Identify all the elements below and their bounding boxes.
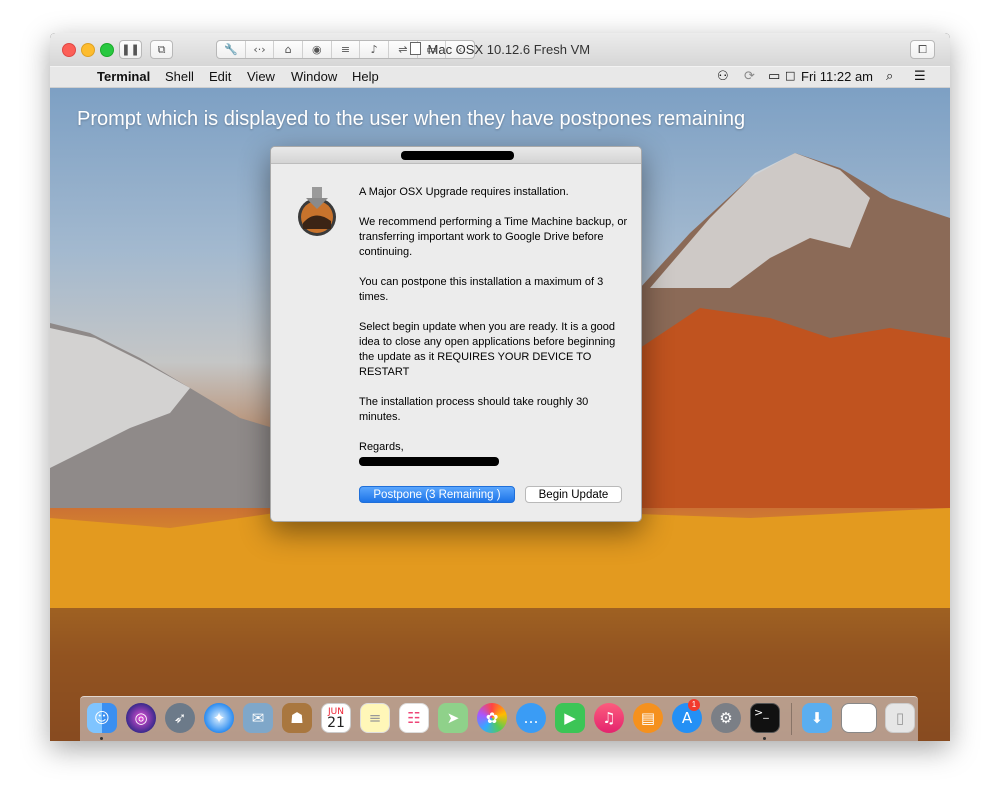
notification-center-icon[interactable]: ☰ xyxy=(914,69,926,84)
system-preferences-icon[interactable]: ⚙ xyxy=(711,703,741,733)
mail-stamp-icon[interactable]: ✉ xyxy=(243,703,273,733)
menu-app-name[interactable]: Terminal xyxy=(97,69,150,84)
dialog-titlebar xyxy=(271,147,641,164)
menu-window[interactable]: Window xyxy=(291,69,337,84)
siri-icon[interactable]: ◎ xyxy=(126,703,156,733)
menu-edit[interactable]: Edit xyxy=(209,69,231,84)
window-title: Mac OSX 10.12.6 Fresh VM xyxy=(50,42,950,57)
messages-icon[interactable]: … xyxy=(516,703,546,733)
facetime-icon[interactable]: ▶ xyxy=(555,703,585,733)
fullscreen-icon: ⧠ xyxy=(918,42,927,56)
trash-icon[interactable]: ▯ xyxy=(885,703,915,733)
terminal-running-indicator xyxy=(763,737,766,740)
contacts-icon[interactable]: ☗ xyxy=(282,703,312,733)
menubar-clock[interactable]: Fri 11:22 am xyxy=(801,69,873,84)
screenshot-stack-icon[interactable] xyxy=(841,703,877,733)
dialog-message: A Major OSX Upgrade requires installatio… xyxy=(359,185,631,455)
message-paragraph: We recommend performing a Time Machine b… xyxy=(359,216,628,258)
postpone-button[interactable]: Postpone (3 Remaining ) xyxy=(359,486,515,503)
message-paragraph: The installation process should take rou… xyxy=(359,396,589,423)
maps-icon[interactable]: ➤ xyxy=(438,703,468,733)
reminders-icon[interactable]: ☷ xyxy=(399,703,429,733)
finder-running-indicator xyxy=(100,737,103,740)
begin-update-button[interactable]: Begin Update xyxy=(525,486,622,503)
fullscreen-button[interactable]: ⧠ xyxy=(910,40,935,59)
screen-mirroring-icon[interactable]: ▭ xyxy=(768,69,780,84)
sync-icon[interactable]: ⟳ xyxy=(744,69,755,84)
app-store-badge: 1 xyxy=(688,699,700,711)
finder-icon[interactable]: ☺ xyxy=(87,703,117,733)
upgrade-dialog: A Major OSX Upgrade requires installatio… xyxy=(270,146,642,522)
overlay-caption: Prompt which is displayed to the user wh… xyxy=(77,108,746,130)
vm-titlebar: ❚❚ ⧉ 🔧 ‹·› ⌂ ◉ ≡ ♪ ⇌ ▭ ‹ Mac OSX 10.12.6… xyxy=(50,33,950,67)
downloads-folder-icon[interactable]: ⬇ xyxy=(802,703,832,733)
photos-icon[interactable]: ✿ xyxy=(477,703,507,733)
redacted-title xyxy=(401,151,514,160)
message-paragraph: A Major OSX Upgrade requires installatio… xyxy=(359,186,569,198)
display-icon[interactable]: □ xyxy=(785,69,795,82)
calendar-icon[interactable]: JUN 21 xyxy=(321,703,351,733)
desktop-wallpaper: Prompt which is displayed to the user wh… xyxy=(50,88,950,741)
message-regards: Regards, xyxy=(359,441,404,453)
calendar-day: 21 xyxy=(327,715,345,731)
safari-icon[interactable]: ✦ xyxy=(204,703,234,733)
menu-shell[interactable]: Shell xyxy=(165,69,194,84)
installer-icon xyxy=(298,187,336,236)
redacted-signature xyxy=(359,457,499,466)
binoculars-icon[interactable]: ⚇ xyxy=(717,69,729,84)
spotlight-search-icon[interactable]: ⌕ xyxy=(886,69,893,84)
books-icon[interactable]: ▤ xyxy=(633,703,663,733)
vm-window: ❚❚ ⧉ 🔧 ‹·› ⌂ ◉ ≡ ♪ ⇌ ▭ ‹ Mac OSX 10.12.6… xyxy=(50,33,950,741)
launchpad-icon[interactable]: ➶ xyxy=(165,703,195,733)
mac-menubar: Terminal Shell Edit View Window Help ⚇ ⟳… xyxy=(50,66,950,88)
message-paragraph: You can postpone this installation a max… xyxy=(359,276,604,303)
notes-icon[interactable]: ≡ xyxy=(360,703,390,733)
dock: ☺ ◎ ➶ ✦ ✉ ☗ JUN 21 ≡ ☷ ➤ ✿ … ▶ ♫ ▤ A 1 ⚙… xyxy=(80,696,918,741)
terminal-icon[interactable]: >_ xyxy=(750,703,780,733)
menu-view[interactable]: View xyxy=(247,69,275,84)
menu-help[interactable]: Help xyxy=(352,69,379,84)
music-icon[interactable]: ♫ xyxy=(594,703,624,733)
dock-divider xyxy=(791,703,792,735)
message-paragraph: Select begin update when you are ready. … xyxy=(359,321,616,378)
vm-document-icon xyxy=(409,42,421,55)
